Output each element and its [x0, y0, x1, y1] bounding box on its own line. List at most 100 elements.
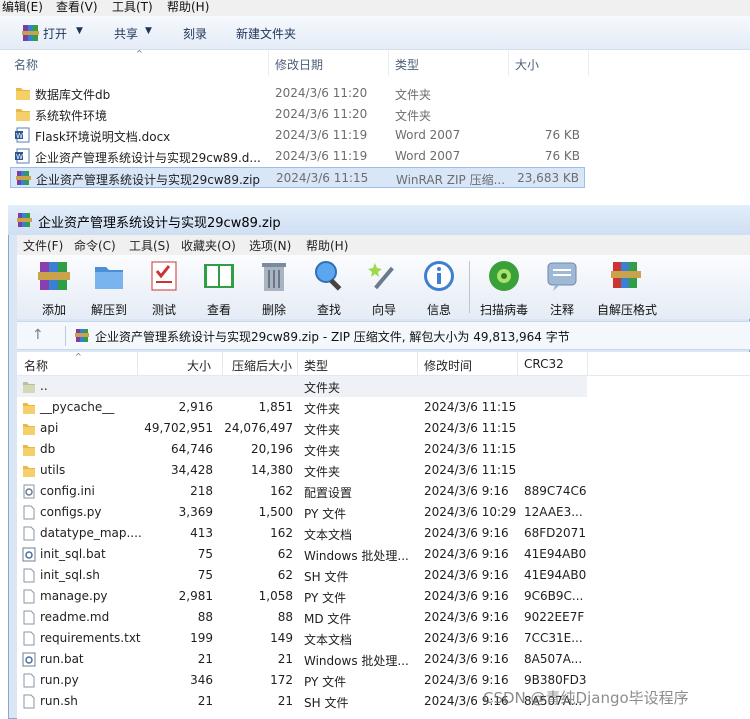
file-name: 企业资产管理系统设计与实现29cw89.d...: [35, 151, 261, 165]
archive-row[interactable]: init_sql.bat 75 62 Windows 批处理... 2024/3/6 9…: [17, 544, 587, 565]
archive-crc: 41E94AB0: [524, 547, 587, 561]
archive-row[interactable]: utils 34,428 14,380 文件夹 2024/3/6 11:15: [17, 460, 587, 481]
burn-button[interactable]: 刻录: [183, 25, 207, 42]
extract-to-icon: [95, 267, 123, 289]
menu-edit[interactable]: 编辑(E): [2, 0, 43, 15]
view-button[interactable]: 查看: [191, 259, 247, 317]
archive-packed-size: 21: [277, 652, 293, 666]
archive-file-type: 文件夹: [304, 444, 341, 458]
archive-file-type: SH 文件: [304, 696, 349, 710]
tool-label: 查找: [316, 303, 341, 317]
menu-options[interactable]: 选项(N): [249, 237, 291, 254]
column-divider[interactable]: [587, 352, 588, 376]
column-date[interactable]: 修改日期: [275, 56, 323, 73]
winrar-menubar: 文件(F) 命令(C) 工具(S) 收藏夹(O) 选项(N) 帮助(H): [17, 235, 750, 255]
column-name[interactable]: 名称: [24, 357, 48, 374]
menu-help[interactable]: 帮助(H): [167, 0, 209, 15]
winrar-titlebar[interactable]: 企业资产管理系统设计与实现29cw89.zip: [8, 205, 750, 235]
scan-virus-button[interactable]: 扫描病毒: [476, 259, 532, 317]
open-button[interactable]: [22, 24, 40, 42]
archive-row[interactable]: readme.md 88 88 MD 文件 2024/3/6 9:16 9022EE7F: [17, 607, 587, 628]
file-row[interactable]: 数据库文件db 2024/3/6 11:20 文件夹: [10, 83, 585, 104]
archive-row[interactable]: config.ini 218 162 配置设置 2024/3/6 9:16 889C74C…: [17, 481, 587, 502]
chevron-down-icon[interactable]: ▼: [76, 26, 83, 36]
column-packed[interactable]: 压缩后大小: [232, 357, 292, 374]
sfx-button[interactable]: 自解压格式: [595, 259, 659, 317]
add-button[interactable]: 添加: [26, 259, 82, 317]
test-button[interactable]: 测试: [136, 259, 192, 317]
column-size[interactable]: 大小: [187, 357, 211, 374]
file-row[interactable]: W Flask环境说明文档.docx 2024/3/6 11:19 Word 2…: [10, 125, 585, 146]
archive-row[interactable]: run.bat 21 21 Windows 批处理... 2024/3/6 9:16 8A…: [17, 649, 587, 670]
column-divider[interactable]: [417, 352, 418, 376]
column-size[interactable]: 大小: [515, 56, 539, 73]
archive-file-size: 3,369: [178, 505, 213, 519]
column-name[interactable]: 名称: [14, 56, 38, 73]
share-button[interactable]: 共享: [114, 25, 138, 42]
info-button[interactable]: 信息: [411, 259, 467, 317]
archive-modified: 2024/3/6 9:16: [424, 526, 509, 540]
column-modified[interactable]: 修改时间: [424, 357, 472, 374]
archive-column-header: 名称 ^ 大小 压缩后大小 类型 修改时间 CRC32: [17, 352, 750, 376]
menu-view[interactable]: 查看(V): [56, 0, 98, 15]
column-divider[interactable]: [268, 51, 269, 76]
sort-arrow-icon: ^: [75, 352, 82, 361]
archive-modified: 2024/3/6 9:16: [424, 484, 509, 498]
menu-tools[interactable]: 工具(T): [112, 0, 153, 15]
archive-file-name: readme.md: [40, 610, 110, 624]
find-button[interactable]: 查找: [301, 259, 357, 317]
archive-row[interactable]: db 64,746 20,196 文件夹 2024/3/6 11:15: [17, 439, 587, 460]
column-crc[interactable]: CRC32: [524, 357, 564, 371]
chevron-down-icon[interactable]: ▼: [145, 26, 152, 36]
archive-row[interactable]: datatype_map.... 413 162 文本文档 2024/3/6 9:16 6…: [17, 523, 587, 544]
column-divider[interactable]: [388, 51, 389, 76]
archive-row[interactable]: .. 文件夹: [17, 376, 587, 397]
menu-tools[interactable]: 工具(S): [129, 237, 170, 254]
menu-help[interactable]: 帮助(H): [306, 237, 348, 254]
folder-icon: [16, 88, 30, 100]
column-divider[interactable]: [588, 51, 589, 76]
extract-to-button[interactable]: 解压到: [81, 259, 137, 317]
comment-button[interactable]: 注释: [534, 259, 590, 317]
batch-file-icon: [22, 547, 36, 562]
archive-row[interactable]: manage.py 2,981 1,058 PY 文件 2024/3/6 9:16 9C6…: [17, 586, 587, 607]
column-divider[interactable]: [517, 352, 518, 376]
file-type: 文件夹: [395, 88, 432, 102]
file-row[interactable]: W 企业资产管理系统设计与实现29cw89.d... 2024/3/6 11:1…: [10, 146, 585, 167]
find-icon: [315, 261, 342, 291]
column-divider[interactable]: [222, 352, 223, 376]
column-divider[interactable]: [508, 51, 509, 76]
archive-modified: 2024/3/6 9:16: [424, 568, 509, 582]
archive-row[interactable]: __pycache__ 2,916 1,851 文件夹 2024/3/6 11:15: [17, 397, 587, 418]
archive-row[interactable]: requirements.txt 199 149 文本文档 2024/3/6 9:16 7…: [17, 628, 587, 649]
archive-file-type: Windows 批处理...: [304, 654, 409, 668]
info-icon: [424, 261, 454, 291]
file-row[interactable]: 系统软件环境 2024/3/6 11:20 文件夹: [10, 104, 585, 125]
column-type[interactable]: 类型: [395, 56, 419, 73]
archive-row[interactable]: api 49,702,951 24,076,497 文件夹 2024/3/6 11:15: [17, 418, 587, 439]
archive-file-type: PY 文件: [304, 675, 347, 689]
archive-packed-size: 162: [270, 526, 293, 540]
test-icon: [151, 261, 177, 291]
watermark: CSDN @青纯Django毕设程序: [483, 689, 689, 707]
column-divider[interactable]: [297, 352, 298, 376]
file-icon: [23, 694, 35, 709]
wizard-button[interactable]: 向导: [356, 259, 412, 317]
new-folder-button[interactable]: 新建文件夹: [236, 25, 296, 42]
column-type[interactable]: 类型: [304, 357, 328, 374]
archive-file-type: 文本文档: [304, 633, 353, 647]
menu-file[interactable]: 文件(F): [23, 237, 63, 254]
archive-file-size: 75: [197, 568, 213, 582]
up-arrow-icon[interactable]: ↑: [32, 327, 44, 343]
archive-row[interactable]: configs.py 3,369 1,500 PY 文件 2024/3/6 10:29 1…: [17, 502, 587, 523]
tool-label: 信息: [426, 303, 451, 317]
menu-favorites[interactable]: 收藏夹(O): [181, 237, 236, 254]
file-row-selected[interactable]: 企业资产管理系统设计与实现29cw89.zip 2024/3/6 11:15 W…: [10, 167, 585, 188]
menu-command[interactable]: 命令(C): [74, 237, 116, 254]
column-divider[interactable]: [137, 352, 138, 376]
batch-file-icon: [22, 652, 36, 667]
archive-crc: 68FD2071: [524, 526, 586, 540]
archive-row[interactable]: init_sql.sh 75 62 SH 文件 2024/3/6 9:16 41E94AB…: [17, 565, 587, 586]
open-label[interactable]: 打开: [43, 25, 67, 42]
delete-button[interactable]: 删除: [246, 259, 302, 317]
